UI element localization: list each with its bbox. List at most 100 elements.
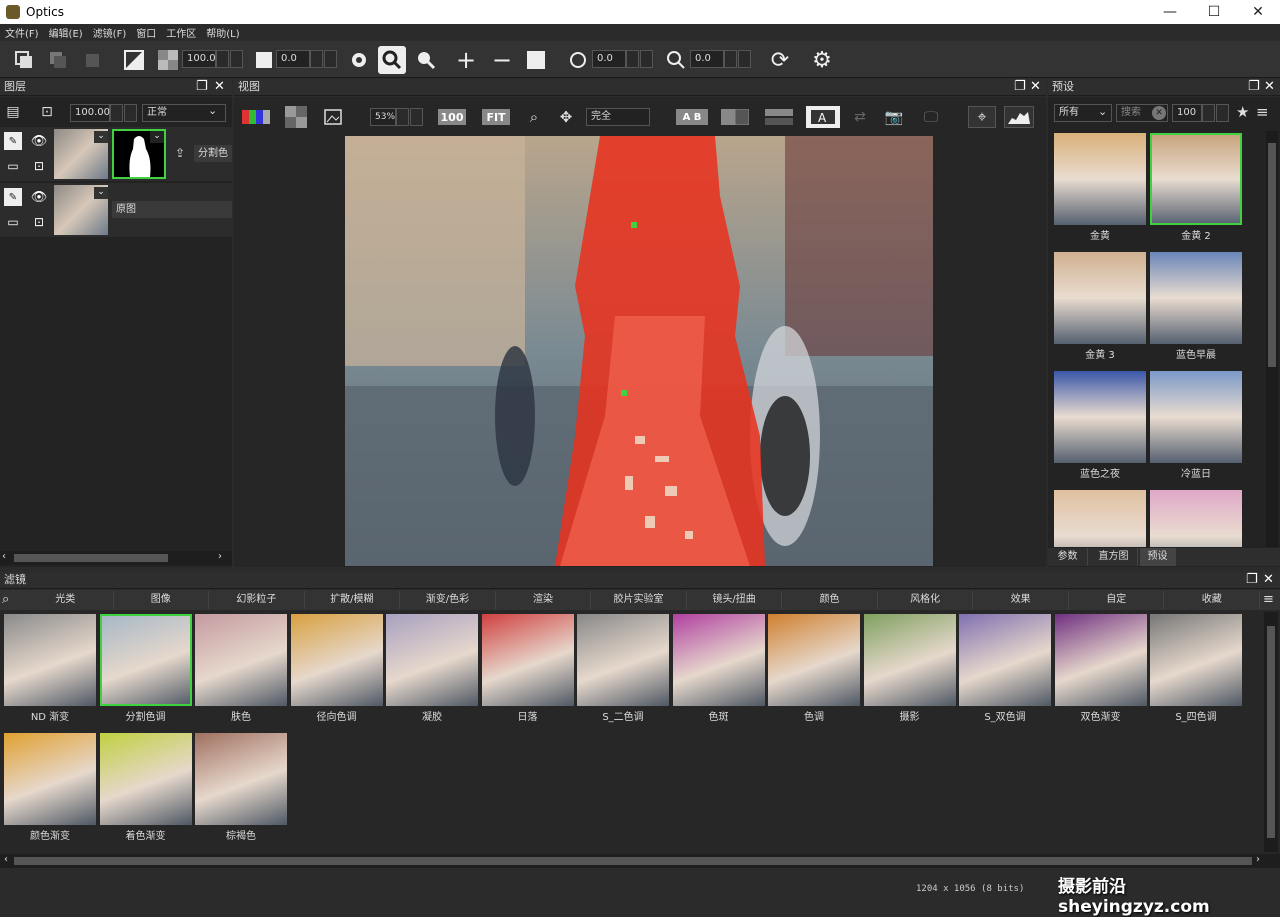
preset-thumbnail[interactable] [1150, 371, 1242, 463]
menu-file[interactable]: 文件(F) [0, 24, 44, 41]
layer-name[interactable]: 分割色 [194, 145, 232, 162]
histogram-icon[interactable] [1004, 106, 1034, 128]
opacity-spinner[interactable] [216, 50, 229, 68]
layer-row-2[interactable]: ✎ 👁 ▭ ⊡ ⌄ 原图 [0, 183, 232, 237]
scroll-left-icon[interactable]: ‹ [4, 854, 8, 865]
tab-histogram[interactable]: 直方图 [1090, 548, 1138, 566]
layer-delete-icon[interactable] [80, 48, 104, 72]
menu-hamburger-icon[interactable]: ≡ [1263, 592, 1274, 607]
ellipse-input[interactable]: 0.0 [592, 50, 626, 68]
preset-thumbnail[interactable] [1150, 133, 1242, 225]
layer-merge-icon[interactable] [46, 48, 70, 72]
zoom-out-tool-icon[interactable] [414, 48, 438, 72]
scroll-thumb[interactable] [14, 857, 1252, 865]
search-icon[interactable]: ⌕ [2, 592, 9, 607]
contrast-icon[interactable] [122, 48, 146, 72]
add-icon[interactable]: + [454, 46, 478, 74]
filter-thumbnail[interactable] [99, 733, 192, 825]
zoom-level-input[interactable]: 53% [370, 108, 396, 126]
layer-opacity-reset[interactable] [124, 104, 137, 122]
panel-float-icon[interactable]: ❐ [1014, 79, 1026, 95]
visibility-eye-icon[interactable]: 👁 [30, 188, 48, 206]
rotate-icon[interactable] [347, 48, 371, 72]
preset-thumbnail[interactable] [1054, 490, 1146, 547]
minimize-button[interactable]: — [1148, 0, 1192, 24]
add-layer-icon[interactable]: ▤ [4, 103, 22, 121]
snapshot-camera-icon[interactable]: 📷 [882, 106, 906, 128]
preset-thumbnail[interactable] [1150, 252, 1242, 344]
filter-category-tab[interactable]: 收藏 [1164, 591, 1260, 609]
search-icon[interactable]: ⌕ [524, 106, 544, 128]
filter-category-tab[interactable]: 风格化 [878, 591, 974, 609]
ellipse-reset[interactable] [640, 50, 653, 68]
magnifier-icon[interactable] [664, 48, 688, 72]
panel-close-icon[interactable]: ✕ [1030, 79, 1041, 95]
edit-icon[interactable]: ✎ [4, 132, 22, 150]
split-horizontal-icon[interactable] [764, 106, 794, 128]
panel-close-icon[interactable]: ✕ [214, 79, 225, 95]
horizontal-scrollbar[interactable]: ‹ › [0, 551, 232, 565]
tab-presets[interactable]: 预设 [1140, 548, 1176, 566]
preset-thumbnail[interactable] [1054, 252, 1146, 344]
zoom-100-button[interactable]: 100 [438, 109, 466, 125]
vertical-scrollbar[interactable] [1266, 131, 1278, 547]
filter-thumbnail[interactable] [959, 614, 1051, 706]
panel-float-icon[interactable]: ❐ [196, 79, 208, 95]
zoom-level-spinner[interactable] [396, 108, 409, 126]
filter-thumbnail[interactable] [1150, 614, 1242, 706]
filter-category-tab[interactable]: 图像 [114, 591, 210, 609]
filter-category-tab[interactable]: 渲染 [496, 591, 592, 609]
menu-workspace[interactable]: 工作区 [161, 24, 201, 41]
filter-thumbnail[interactable] [768, 614, 860, 706]
scroll-thumb[interactable] [1268, 143, 1276, 367]
panel-float-icon[interactable]: ❐ [1248, 79, 1260, 95]
visibility-eye-icon[interactable]: 👁 [30, 132, 48, 150]
zoom-level-reset[interactable] [410, 108, 423, 126]
layer-opacity-input[interactable]: 100.00 [70, 104, 110, 122]
brightness-input[interactable]: 0.0 [276, 50, 310, 68]
preset-thumbnail[interactable] [1054, 371, 1146, 463]
filter-thumbnail[interactable] [99, 614, 192, 706]
panel-close-icon[interactable]: ✕ [1264, 79, 1275, 95]
ellipse-spinner[interactable] [626, 50, 639, 68]
filter-thumbnail[interactable] [577, 614, 669, 706]
pan-move-icon[interactable]: ✥ [556, 106, 576, 128]
preset-thumbnail[interactable] [1150, 490, 1242, 547]
menu-window[interactable]: 窗口 [131, 24, 161, 41]
opacity-reset[interactable] [230, 50, 243, 68]
zoom-reset[interactable] [738, 50, 751, 68]
tab-parameters[interactable]: 参数 [1048, 548, 1088, 566]
horizontal-scrollbar[interactable]: ‹ › [0, 854, 1280, 868]
filter-category-tab[interactable]: 胶片实验室 [591, 591, 687, 609]
settings-gear-icon[interactable]: ⚙ [810, 48, 834, 73]
ellipse-icon[interactable] [566, 48, 590, 72]
opacity-input[interactable]: 100.0 [182, 50, 216, 68]
filter-category-tab[interactable]: 幻影粒子 [209, 591, 305, 609]
subtract-icon[interactable]: − [490, 46, 514, 74]
filter-thumbnail[interactable] [195, 733, 287, 825]
scroll-right-icon[interactable]: › [1256, 854, 1260, 865]
swap-icon[interactable]: ⇄ [850, 106, 870, 128]
mask-toggle-icon[interactable]: ⊡ [30, 213, 48, 231]
overlay-a-icon[interactable]: A [806, 106, 840, 128]
layer-opacity-spinner[interactable] [110, 104, 123, 122]
zoom-in-tool-icon[interactable] [378, 46, 406, 74]
scroll-right-icon[interactable]: › [218, 551, 222, 562]
chevron-down-icon[interactable]: ⌄ [94, 131, 108, 143]
panel-close-icon[interactable]: ✕ [1263, 572, 1274, 588]
layer-row-1[interactable]: ✎ 👁 ▭ ⊡ ⌄ ⌄ ⇪ 分割色 [0, 127, 232, 181]
filter-category-tab[interactable]: 效果 [973, 591, 1069, 609]
brightness-icon[interactable] [252, 48, 276, 72]
menu-filter[interactable]: 滤镜(F) [88, 24, 132, 41]
menu-help[interactable]: 帮助(L) [201, 24, 244, 41]
target-crosshair-icon[interactable]: ⌖ [968, 106, 996, 128]
menu-edit[interactable]: 编辑(E) [44, 24, 88, 41]
filter-thumbnail[interactable] [863, 614, 956, 706]
zoom-input[interactable]: 0.0 [690, 50, 724, 68]
refresh-icon[interactable]: ⟳ [768, 48, 792, 73]
preset-thumbnail[interactable] [1054, 133, 1146, 225]
rectangle-icon[interactable] [524, 48, 548, 72]
brightness-reset[interactable] [324, 50, 337, 68]
filter-category-tab[interactable]: 渐变/色彩 [400, 591, 496, 609]
zoom-spinner[interactable] [724, 50, 737, 68]
